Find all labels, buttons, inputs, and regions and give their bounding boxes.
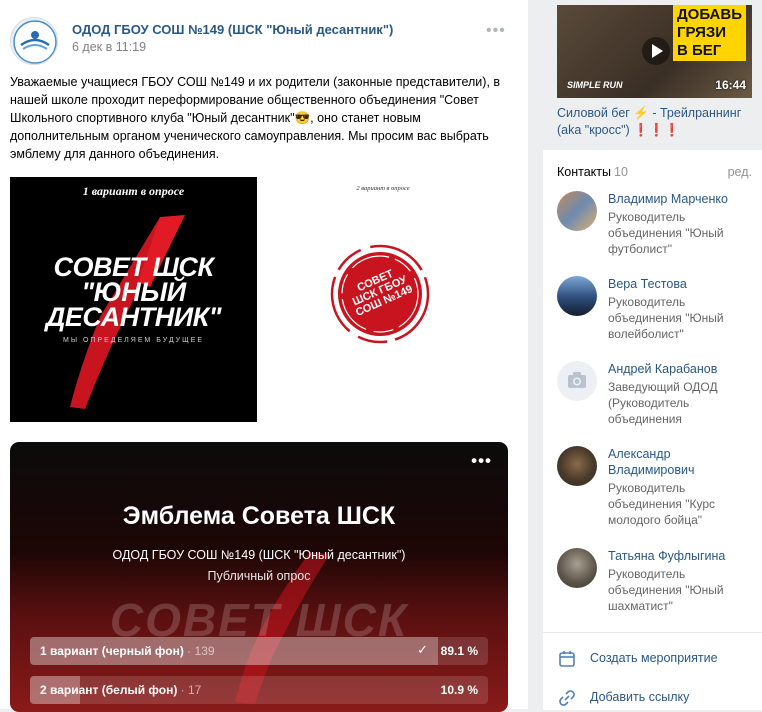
calendar-icon [559,651,575,667]
image1-tagline: МЫ ОПРЕДЕЛЯЕМ БУДУЩЕЕ [62,337,205,344]
poll-option-2-percent: 10.9 % [440,683,478,697]
create-event-label[interactable]: Создать мероприятие [590,651,718,665]
contact-avatar[interactable] [557,191,597,231]
video-duration: 16:44 [715,78,746,92]
poll-option-2-separator: · [177,683,188,697]
emoji-sunglasses-icon: 😎 [294,111,311,125]
camera-icon [568,372,586,388]
contacts-count: 10 [614,165,628,179]
emblem-variant-1-image[interactable]: 1 вариант в опросе СОВЕТ ШСК "ЮНЫЙ ДЕСАН… [10,177,257,422]
video-overlay-line3: В БЕГ [676,42,722,59]
group-logo-icon [13,20,57,64]
poll-type: Публичный опрос [207,569,311,583]
contact-name[interactable]: Владимир Марченко [608,191,758,207]
contact-description: Руководитель объединения "Юный футболист… [608,210,724,256]
contact-avatar[interactable] [557,361,597,401]
poll-owner[interactable]: ОДОД ГБОУ СОШ №149 (ШСК "Юный десантник"… [10,548,508,562]
video-overlay-line1: ДОБАВЬ [676,6,742,23]
poll-option-1-count: 139 [194,644,215,658]
contacts-edit-link[interactable]: ред. [728,165,752,179]
poll-option-1[interactable]: 1 вариант (черный фон) · 139 ✓ 89.1 % [30,637,488,665]
poll-option-2-count: 17 [188,683,202,697]
contact-name[interactable]: Андрей Карабанов [608,361,758,377]
video-overlay-text: ДОБАВЬ ГРЯЗИ В БЕГ [672,5,746,61]
poll-option-2-label: 2 вариант (белый фон) [40,683,178,697]
poll-option-1-label: 1 вариант (черный фон) [40,644,184,658]
contact-description: Руководитель объединения "Юный волейболи… [608,295,724,341]
contact-description: Заведующий ОДОД (Руководитель объединени… [608,380,718,426]
contacts-header[interactable]: Контакты 10 [557,165,628,179]
image1-line3: ДЕСАНТНИК" [45,302,222,332]
add-link-label[interactable]: Добавить ссылку [590,690,689,704]
poll-title: Эмблема Совета ШСК [122,502,396,530]
poll-option-1-separator: · [183,644,195,658]
poll-card: ••• Эмблема Совета ШСК ОДОД ГБОУ СОШ №14… [10,442,508,712]
contact-name[interactable]: Вера Тестова [608,276,758,292]
video-overlay-line2: ГРЯЗИ [676,24,727,41]
post-text: Уважаемые учащиеся ГБОУ СОШ №149 и их ро… [10,73,510,163]
emblem-variant-2-image[interactable]: 2 вариант в опросе СОВЕТ ШСК ГБОУ СОШ №1… [278,177,488,422]
post-author-link[interactable]: ОДОД ГБОУ СОШ №149 (ШСК "Юный десантник"… [72,22,393,37]
image1-title: СОВЕТ ШСК "ЮНЫЙ ДЕСАНТНИК" [10,254,257,332]
poll-more-icon[interactable]: ••• [471,451,492,471]
contact-description: Руководитель объединения "Юный шахматист… [608,567,724,613]
contact-avatar[interactable] [557,548,597,588]
contact-name[interactable]: Александр Владимирович [608,446,758,478]
contact-avatar[interactable] [557,446,597,486]
contacts-label: Контакты [557,165,611,179]
post-more-icon[interactable]: ••• [486,22,506,40]
video-brand: SIMPLE RUN [567,80,623,90]
contact-avatar[interactable] [557,276,597,316]
poll-option-1-percent: 89.1 % [440,644,478,658]
poll-option-1-label-wrap: 1 вариант (черный фон) · 139 [40,644,215,658]
sidebar-video-title[interactable]: Силовой бег ⚡ - Трейлраннинг (aka "кросс… [557,105,757,139]
poll-option-2[interactable]: 2 вариант (белый фон) · 17 10.9 % [30,676,488,704]
image2-caption: 2 вариант в опросе [356,185,410,192]
post-text-part-1: Уважаемые учащиеся ГБОУ СОШ №149 и их ро… [10,75,501,125]
post-card: ОДОД ГБОУ СОШ №149 (ШСК "Юный десантник"… [0,0,528,712]
group-avatar[interactable] [10,17,58,65]
contacts-panel: Контакты 10 ред. Владимир Марченко Руково… [543,150,762,640]
post-date[interactable]: 6 дек в 11:19 [72,40,146,54]
link-icon [559,690,575,706]
sidebar-video-thumbnail[interactable]: ДОБАВЬ ГРЯЗИ В БЕГ SIMPLE RUN 16:44 [557,5,752,98]
poll-option-2-label-wrap: 2 вариант (белый фон) · 17 [40,683,201,697]
contact-name[interactable]: Татьяна Фуфлыгина [608,548,758,564]
contact-description: Руководитель объединения "Курс молодого … [608,481,716,527]
voted-check-icon: ✓ [417,642,428,657]
play-icon[interactable] [642,37,670,65]
sidebar-actions: Создать мероприятие Добавить ссылку [543,632,762,710]
